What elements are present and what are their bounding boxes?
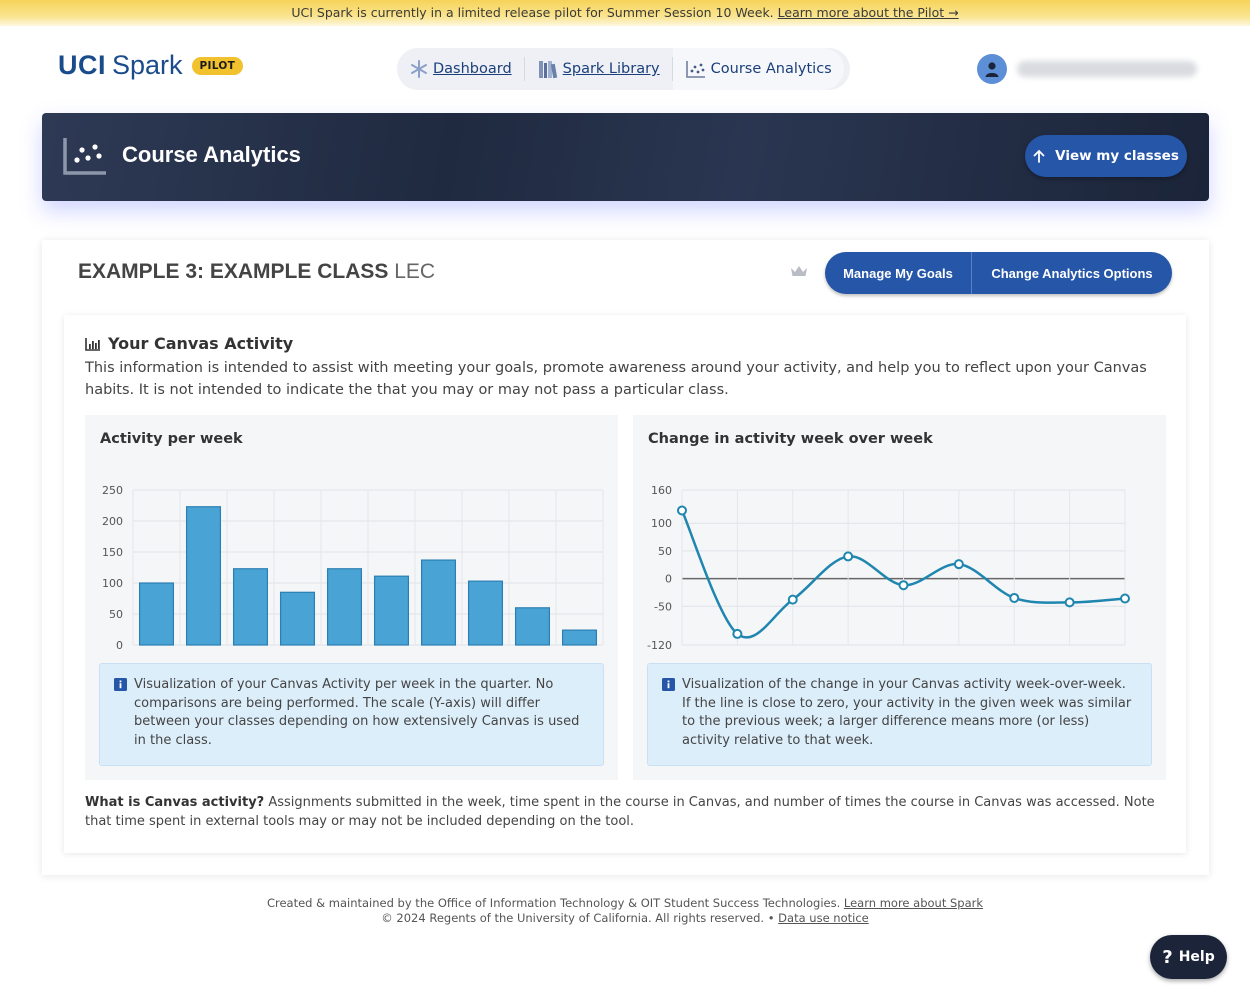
page-title: Course Analytics — [122, 142, 301, 167]
y-tick-label: -120 — [647, 639, 672, 652]
user-name-blurred — [1017, 61, 1197, 77]
chart-title: Activity per week — [100, 431, 243, 447]
change-week-over-week-panel: Change in activity week over week 160 100… — [633, 415, 1166, 780]
scatter-chart-icon — [685, 61, 705, 78]
y-tick-label: 250 — [102, 484, 123, 497]
y-tick-label: 0 — [116, 639, 123, 652]
class-name: EXAMPLE 3: EXAMPLE CLASS — [78, 260, 389, 283]
y-tick-label: 50 — [658, 545, 672, 558]
footer-credit: Created & maintained by the Office of In… — [266, 896, 841, 910]
data-point — [677, 505, 687, 516]
scatter-chart-icon — [63, 138, 106, 175]
pilot-badge: PILOT — [191, 56, 244, 75]
crown-icon[interactable] — [790, 264, 808, 278]
manage-goals-button[interactable]: Manage My Goals — [825, 252, 972, 294]
bar — [373, 575, 410, 646]
nav-course-analytics[interactable]: Course Analytics — [672, 48, 844, 90]
info-icon — [114, 678, 127, 691]
bar — [138, 582, 175, 646]
view-my-classes-button[interactable]: View my classes — [1025, 135, 1187, 177]
y-tick-label: 0 — [665, 573, 672, 586]
section-heading: Your Canvas Activity — [85, 334, 293, 353]
data-point — [787, 594, 798, 605]
data-point — [1120, 593, 1130, 604]
bar-chart-icon — [85, 337, 100, 351]
footer-copyright: © 2024 Regents of the University of Cali… — [381, 911, 775, 925]
logo-uci: UCI — [58, 50, 106, 80]
y-tick-label: 100 — [651, 517, 672, 530]
y-tick-label: 160 — [651, 484, 672, 497]
user-menu[interactable] — [977, 54, 1197, 84]
canvas-activity-section: Your Canvas Activity This information is… — [64, 315, 1186, 853]
pilot-banner: UCI Spark is currently in a limited rele… — [0, 0, 1250, 26]
data-point — [953, 559, 964, 570]
logo-spark: Spark — [112, 50, 183, 80]
y-tick-label: 150 — [102, 546, 123, 559]
bar — [420, 559, 457, 646]
nav-spark-library[interactable]: Spark Library — [525, 48, 672, 90]
course-analytics-hero: Course Analytics View my classes — [42, 113, 1209, 201]
user-icon — [985, 62, 999, 77]
class-actions: Manage My Goals Change Analytics Options — [825, 252, 1172, 294]
y-tick-label: 200 — [102, 515, 123, 528]
info-box: Visualization of the change in your Canv… — [647, 663, 1152, 766]
y-tick-label: 100 — [102, 577, 123, 590]
footnote-question: What is Canvas activity? — [85, 795, 265, 810]
nav-spark-library-label: Spark Library — [562, 61, 660, 77]
banner-text: UCI Spark is currently in a limited rele… — [291, 5, 774, 20]
section-description: This information is intended to assist w… — [85, 360, 1147, 398]
learn-more-pilot-link[interactable]: Learn more about the Pilot → — [778, 5, 959, 20]
info-text: Visualization of your Canvas Activity pe… — [134, 677, 580, 748]
bar — [326, 568, 363, 646]
y-tick-label: -50 — [654, 600, 672, 613]
library-icon — [538, 61, 557, 79]
avatar[interactable] — [977, 54, 1007, 84]
info-text: Visualization of the change in your Canv… — [682, 677, 1132, 748]
footer: Created & maintained by the Office of In… — [0, 896, 1250, 926]
canvas-activity-footnote: What is Canvas activity? Assignments sub… — [85, 793, 1165, 831]
bar — [279, 591, 316, 646]
arrow-up-icon — [1033, 149, 1045, 163]
main-nav: Dashboard Spark Library Course Analytics — [397, 48, 850, 90]
nav-dashboard[interactable]: Dashboard — [397, 48, 524, 90]
chart-title: Change in activity week over week — [648, 431, 933, 447]
data-point — [732, 628, 743, 639]
nav-course-analytics-label: Course Analytics — [710, 61, 832, 77]
class-title: EXAMPLE 3: EXAMPLE CLASS LEC — [78, 260, 435, 284]
nav-dashboard-label: Dashboard — [433, 61, 512, 77]
info-icon — [662, 678, 675, 691]
bar — [514, 607, 551, 646]
help-button[interactable]: ? Help — [1150, 935, 1227, 979]
data-point — [898, 580, 909, 591]
help-label: Help — [1178, 949, 1215, 965]
uci-spark-logo[interactable]: UCI Spark PILOT — [58, 50, 244, 81]
change-analytics-options-button[interactable]: Change Analytics Options — [972, 252, 1172, 294]
data-point — [843, 551, 854, 562]
info-box: Visualization of your Canvas Activity pe… — [99, 663, 604, 766]
learn-more-spark-link[interactable]: Learn more about Spark — [844, 896, 983, 910]
y-tick-label: 50 — [109, 608, 123, 621]
snowflake-icon — [411, 60, 427, 78]
help-icon: ? — [1162, 946, 1173, 968]
activity-per-week-panel: Activity per week 0501001502002501234567… — [85, 415, 618, 780]
activity-change-line-chart: 160100500-50-120Week 2Week 3Week 4Week 5… — [647, 484, 1130, 652]
bar — [467, 580, 504, 646]
bar — [232, 568, 269, 646]
activity-bar-chart: 05010015020025012345678910 — [102, 484, 604, 652]
bar — [185, 506, 222, 646]
view-my-classes-label: View my classes — [1055, 148, 1179, 164]
bar — [561, 629, 598, 646]
data-point — [1064, 597, 1075, 608]
class-type: LEC — [394, 260, 436, 283]
section-heading-text: Your Canvas Activity — [108, 334, 294, 353]
data-use-notice-link[interactable]: Data use notice — [778, 911, 869, 925]
data-point — [1009, 592, 1020, 603]
class-card: EXAMPLE 3: EXAMPLE CLASS LEC Manage My G… — [42, 240, 1209, 875]
